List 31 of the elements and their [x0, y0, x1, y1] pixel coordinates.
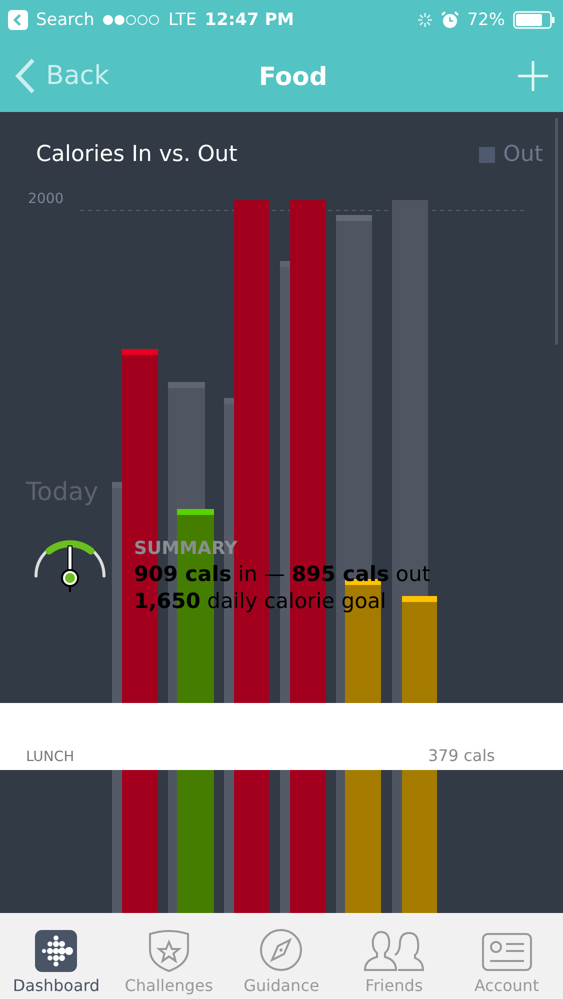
alarm-icon — [441, 11, 460, 29]
compass-icon — [259, 928, 304, 972]
legend-swatch — [479, 146, 496, 162]
people-icon — [363, 930, 426, 972]
meal-calories: 379 cals — [428, 746, 495, 765]
tab[interactable]: Guidance — [225, 913, 338, 999]
activity-spinner-icon — [417, 12, 434, 28]
battery-percent: 72% — [467, 10, 505, 30]
battery-icon — [513, 11, 555, 29]
meal-row[interactable]: LUNCH 379 cals — [0, 703, 563, 770]
dots-logo-icon — [35, 930, 78, 972]
id-card-icon — [482, 932, 532, 972]
meal-name: LUNCH — [26, 749, 74, 765]
back-to-app-label[interactable]: Search — [36, 10, 94, 30]
legend-label: Out — [503, 142, 543, 167]
clock: 12:47 PM — [204, 10, 294, 30]
add-icon[interactable] — [517, 60, 549, 92]
tab[interactable]: Challenges — [112, 913, 226, 999]
tab[interactable]: Account — [450, 913, 563, 999]
carrier-label: LTE — [168, 10, 197, 30]
back-button[interactable]: Back — [14, 58, 110, 94]
signal-icon — [102, 14, 160, 26]
gauge-icon — [32, 538, 108, 594]
axis-tick-label: 2000 — [28, 191, 64, 207]
back-icon[interactable] — [8, 10, 28, 30]
screen-title: Food — [258, 62, 328, 90]
tab[interactable]: Friends — [338, 913, 450, 999]
chart-title: Calories In vs. Out — [36, 142, 238, 167]
tab[interactable]: Dashboard — [0, 913, 113, 999]
chevron-left-icon — [14, 58, 36, 94]
star-shield-icon — [146, 930, 191, 972]
